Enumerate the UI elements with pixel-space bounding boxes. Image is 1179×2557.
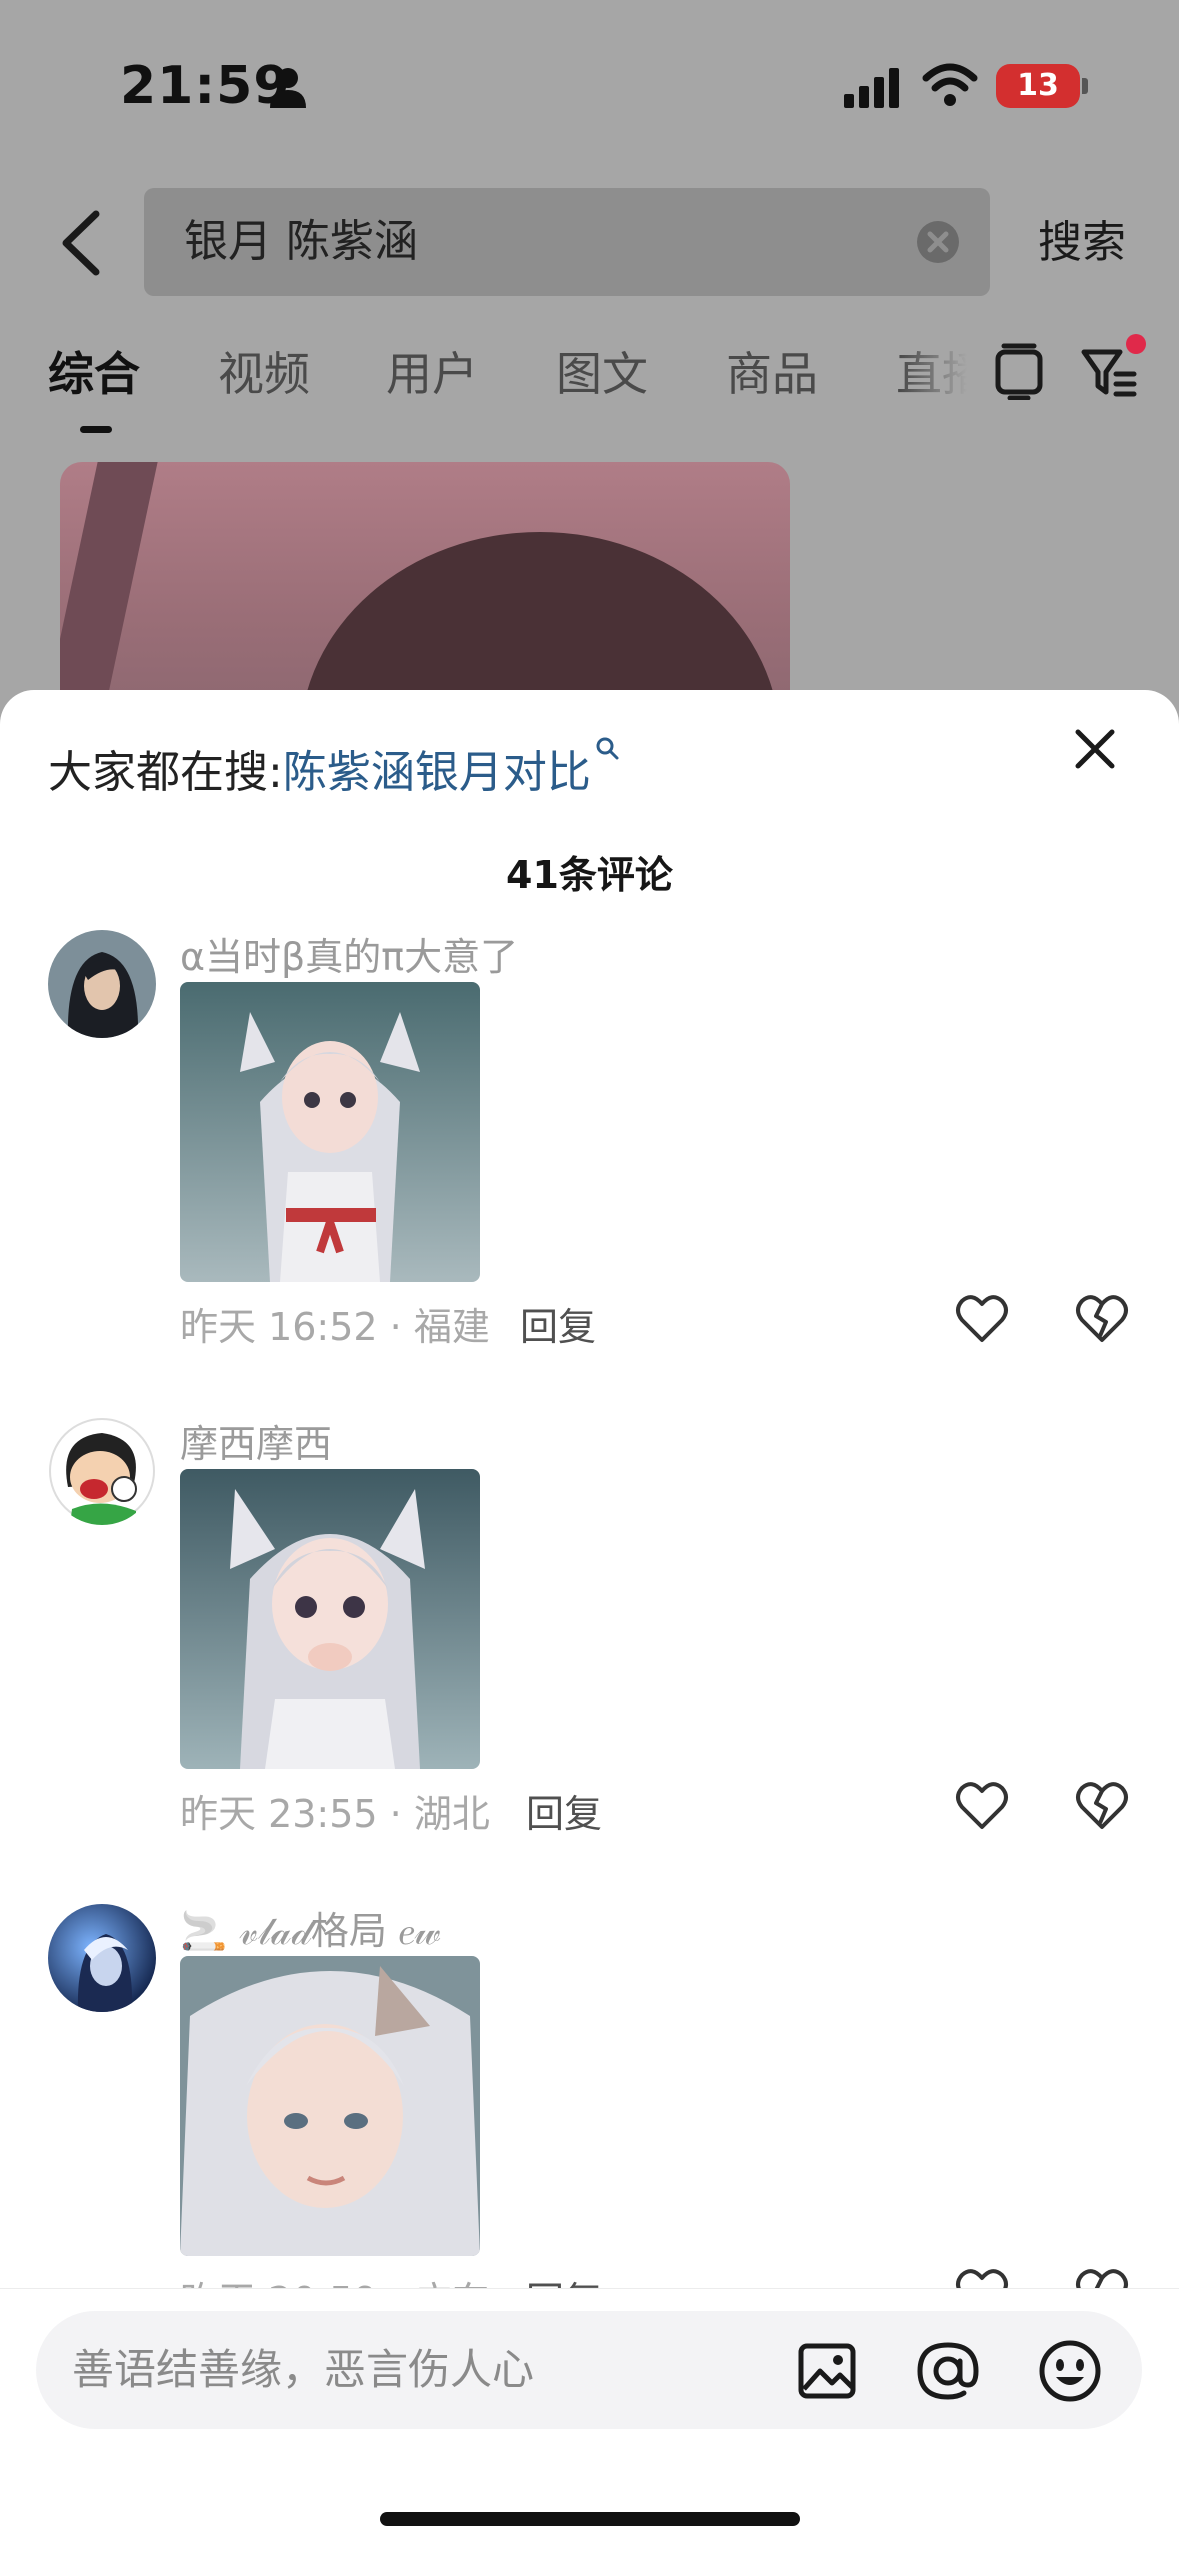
status-time: 21:59 bbox=[120, 56, 291, 116]
wifi-icon bbox=[922, 63, 978, 106]
hot-search-prefix: 大家都在搜: bbox=[48, 747, 283, 798]
comment-meta: 昨天 16:52 · 福建 bbox=[180, 1305, 490, 1349]
comment-item: 摩西摩西 昨天 23:55 · 湖北 回复 bbox=[0, 1417, 1179, 1907]
tv-icon[interactable] bbox=[994, 342, 1044, 400]
tab-products[interactable]: 商品 bbox=[726, 338, 818, 404]
comment-image[interactable] bbox=[180, 1469, 480, 1769]
tab-image-text[interactable]: 图文 bbox=[556, 338, 648, 404]
comment-image[interactable] bbox=[180, 1956, 480, 2256]
broken-heart-icon[interactable] bbox=[1074, 1292, 1130, 1344]
avatar[interactable] bbox=[48, 1904, 156, 2012]
comment-input-placeholder: 善语结善缘，恶言伤人心 bbox=[72, 2345, 535, 2394]
home-indicator bbox=[380, 2512, 800, 2526]
comment-image[interactable] bbox=[180, 982, 480, 1282]
filter-badge bbox=[1126, 334, 1146, 354]
comment-sheet: 大家都在搜:陈紫涵银月对比 41条评论 α当时β真的π大意了 昨天 16:52 … bbox=[0, 690, 1179, 2556]
thumbnail-strap bbox=[60, 462, 158, 722]
battery-tip bbox=[1082, 78, 1088, 94]
clear-icon[interactable] bbox=[916, 220, 960, 264]
image-icon[interactable] bbox=[798, 2343, 856, 2399]
comment-username[interactable]: 🚬 𝓋𝓁𝒶𝒹格局 𝑒𝓌 bbox=[180, 1900, 441, 1955]
reply-button[interactable]: 回复 bbox=[520, 1296, 596, 1351]
emoji-icon[interactable] bbox=[1038, 2339, 1102, 2403]
avatar[interactable] bbox=[48, 930, 156, 1038]
search-button[interactable]: 搜索 bbox=[1038, 210, 1126, 276]
comment-username[interactable]: α当时β真的π大意了 bbox=[180, 926, 518, 981]
comment-item: α当时β真的π大意了 昨天 16:52 · 福建 回复 bbox=[0, 930, 1179, 1420]
comment-input[interactable]: 善语结善缘，恶言伤人心 bbox=[36, 2311, 1142, 2429]
search-query: 银月 陈紫涵 bbox=[184, 216, 418, 267]
search-icon bbox=[596, 737, 619, 760]
heart-icon[interactable] bbox=[954, 1779, 1010, 1831]
filter-icon[interactable] bbox=[1080, 344, 1138, 400]
close-icon[interactable] bbox=[1070, 724, 1120, 774]
tab-video[interactable]: 视频 bbox=[218, 338, 310, 404]
video-thumbnail[interactable] bbox=[60, 462, 790, 722]
hot-search-link[interactable]: 陈紫涵银月对比 bbox=[283, 747, 591, 798]
battery-level: 13 bbox=[1017, 68, 1059, 103]
back-icon[interactable] bbox=[56, 210, 108, 276]
broken-heart-icon[interactable] bbox=[1074, 1779, 1130, 1831]
mention-icon[interactable] bbox=[916, 2339, 980, 2403]
heart-icon[interactable] bbox=[954, 1292, 1010, 1344]
avatar[interactable] bbox=[48, 1417, 156, 1525]
tab-active-indicator bbox=[80, 426, 112, 433]
tab-comprehensive[interactable]: 综合 bbox=[48, 338, 140, 404]
hot-search: 大家都在搜:陈紫涵银月对比 bbox=[48, 736, 621, 800]
tab-fade bbox=[900, 330, 996, 420]
battery-indicator: 13 bbox=[996, 64, 1080, 108]
person-icon bbox=[270, 68, 306, 108]
tab-users[interactable]: 用户 bbox=[386, 338, 478, 404]
comment-meta: 昨天 23:55 · 湖北 bbox=[180, 1792, 490, 1836]
search-input[interactable]: 银月 陈紫涵 bbox=[144, 188, 990, 296]
comment-username[interactable]: 摩西摩西 bbox=[180, 1413, 332, 1468]
status-bar: 21:59 13 bbox=[0, 0, 1179, 170]
comment-count: 41条评论 bbox=[506, 853, 673, 897]
reply-button[interactable]: 回复 bbox=[526, 1783, 602, 1838]
signal-icon bbox=[844, 68, 899, 108]
